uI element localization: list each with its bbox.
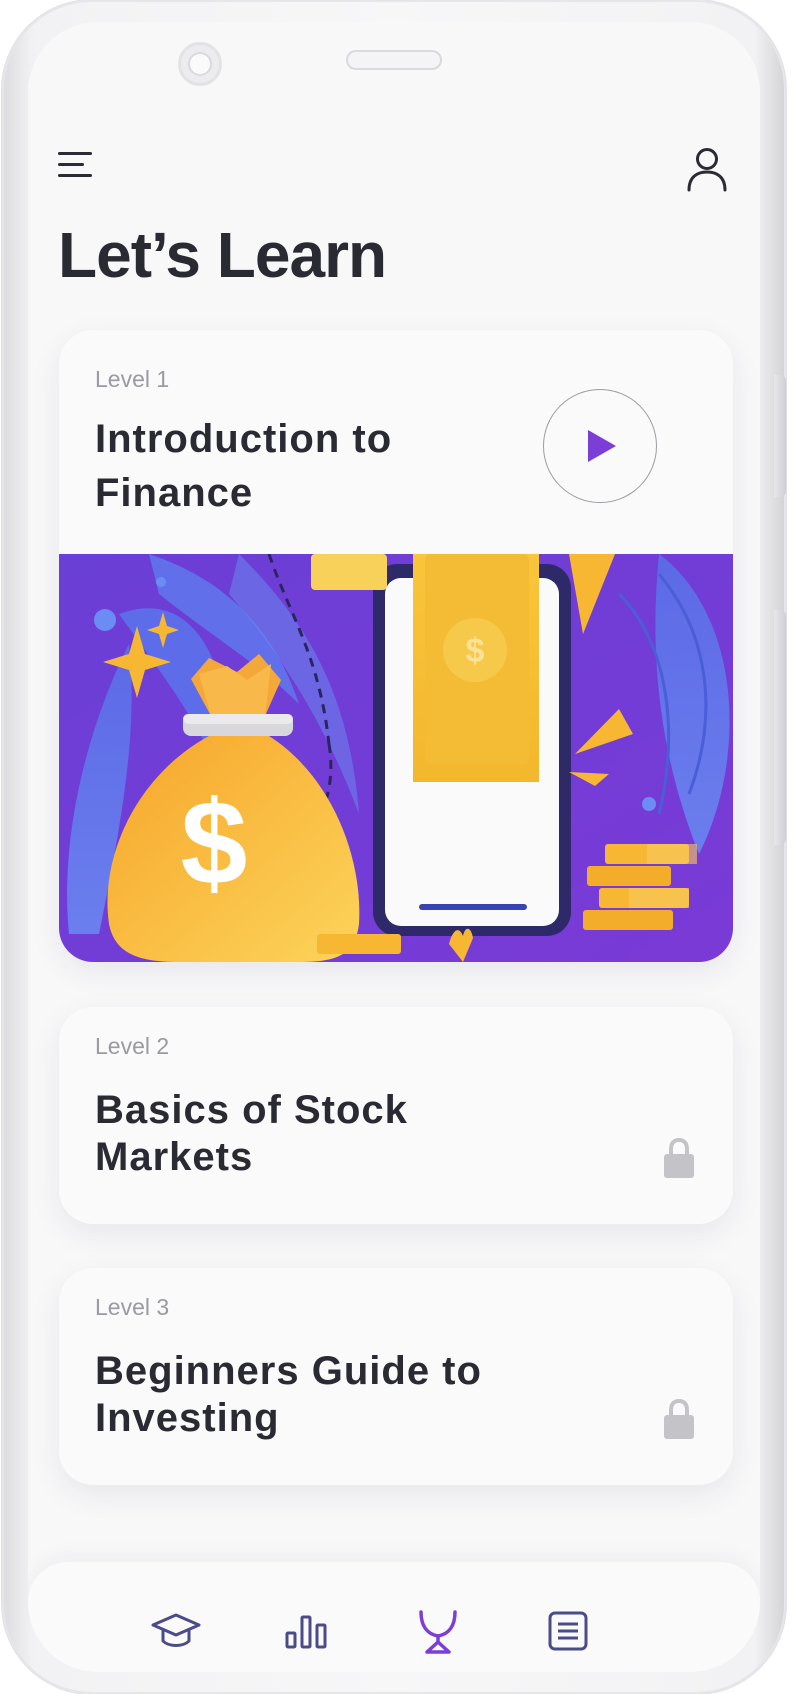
earpiece-speaker (346, 50, 442, 70)
svg-text:$: $ (466, 632, 485, 670)
lock-icon (663, 1398, 695, 1440)
app-screen: Let’s Learn Level 1 Introduction to Fina… (28, 22, 760, 1672)
lock-icon (663, 1137, 695, 1179)
play-icon (588, 430, 616, 462)
course-level-label: Level 2 (95, 1033, 170, 1059)
volume-down-button (774, 610, 786, 845)
hamburger-menu-icon[interactable] (58, 152, 96, 182)
course-level-label: Level 1 (95, 366, 170, 392)
bar-chart-icon (285, 1615, 327, 1649)
finance-illustration: $ $ (59, 554, 733, 962)
phone-frame: Let’s Learn Level 1 Introduction to Fina… (2, 0, 786, 1694)
course-title: Introduction to Finance (95, 417, 393, 515)
svg-text:$: $ (181, 776, 248, 910)
trophy-icon (419, 1610, 457, 1654)
tab-learn[interactable] (150, 1608, 202, 1654)
tab-stats[interactable] (280, 1608, 332, 1654)
page-title: Let’s Learn (58, 219, 387, 291)
course-card-level-1[interactable]: Level 1 Introduction to Finance $ $ (59, 330, 733, 962)
course-card-level-2[interactable]: Level 2 Basics of Stock Markets (59, 1007, 733, 1224)
graduation-cap-icon (151, 1613, 201, 1647)
course-title: Basics of Stock Markets (95, 1088, 408, 1179)
list-document-icon (548, 1611, 588, 1651)
user-profile-icon[interactable] (686, 146, 728, 192)
play-button[interactable] (543, 389, 657, 503)
bottom-tab-bar (28, 1562, 760, 1672)
course-level-label: Level 3 (95, 1294, 170, 1320)
tab-articles[interactable] (542, 1608, 594, 1654)
volume-up-button (774, 375, 786, 497)
course-card-level-3[interactable]: Level 3 Beginners Guide to Investing (59, 1268, 733, 1485)
tab-achievements[interactable] (412, 1608, 464, 1654)
course-title: Beginners Guide to Investing (95, 1349, 482, 1440)
front-camera (178, 42, 222, 86)
